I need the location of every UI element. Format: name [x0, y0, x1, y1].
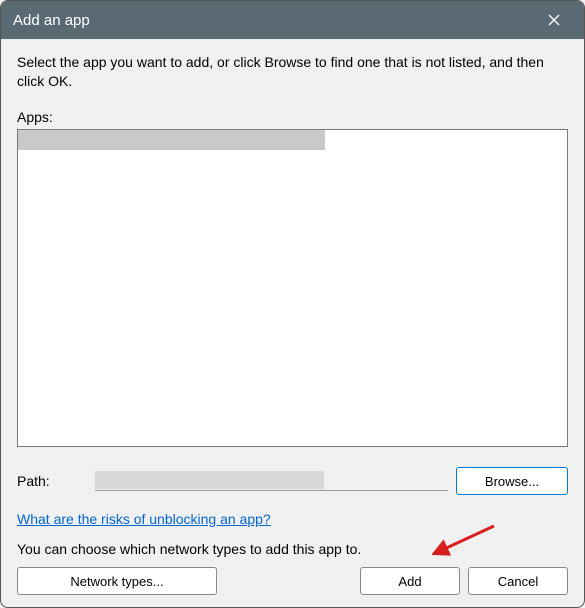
close-icon — [548, 14, 560, 26]
add-button[interactable]: Add — [360, 567, 460, 595]
close-button[interactable] — [536, 2, 572, 38]
risks-link[interactable]: What are the risks of unblocking an app? — [17, 511, 271, 527]
path-label: Path: — [17, 473, 87, 489]
apps-list-item-selected[interactable] — [18, 130, 325, 150]
apps-listbox[interactable] — [17, 129, 568, 447]
path-input[interactable] — [95, 471, 448, 491]
risks-link-row: What are the risks of unblocking an app? — [17, 511, 568, 527]
browse-button[interactable]: Browse... — [456, 467, 568, 495]
apps-label: Apps: — [17, 109, 568, 125]
cancel-button[interactable]: Cancel — [468, 567, 568, 595]
network-types-note: You can choose which network types to ad… — [17, 541, 568, 557]
dialog-content: Select the app you want to add, or click… — [1, 39, 584, 607]
intro-text: Select the app you want to add, or click… — [17, 53, 568, 91]
button-row: Network types... Add Cancel — [17, 567, 568, 595]
network-types-button[interactable]: Network types... — [17, 567, 217, 595]
titlebar: Add an app — [1, 1, 584, 39]
path-row: Path: Browse... — [17, 467, 568, 495]
button-spacer — [225, 567, 352, 595]
path-input-value — [95, 471, 324, 489]
add-an-app-dialog: Add an app Select the app you want to ad… — [0, 0, 585, 608]
dialog-title: Add an app — [13, 12, 536, 29]
